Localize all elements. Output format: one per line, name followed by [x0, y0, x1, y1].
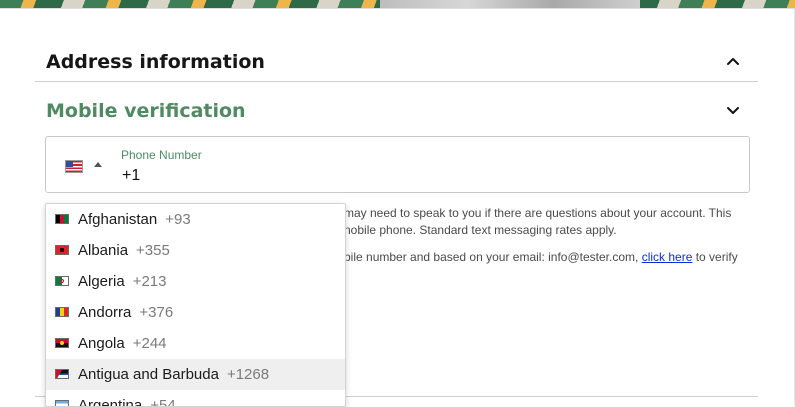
country-dropdown[interactable]: Afghanistan +93 Albania +355 Algeria +213 A…: [45, 203, 346, 407]
country-label: Andorra +376: [78, 304, 174, 321]
us-flag-icon[interactable]: [65, 160, 83, 173]
argentina-flag-icon: [55, 400, 69, 406]
banner-divider: [0, 8, 795, 9]
address-section-title[interactable]: Address information: [46, 51, 265, 73]
country-code: +54: [150, 397, 176, 407]
country-option-andorra[interactable]: Andorra +376: [46, 297, 345, 328]
country-option-algeria[interactable]: Algeria +213: [46, 266, 345, 297]
country-code: +93: [165, 211, 191, 228]
mobile-section-title[interactable]: Mobile verification: [46, 100, 246, 122]
angola-flag-icon: [55, 338, 69, 348]
country-option-argentina[interactable]: Argentina +54: [46, 390, 345, 407]
country-option-antigua-and-barbuda[interactable]: Antigua and Barbuda +1268: [46, 359, 345, 390]
afghanistan-flag-icon: [55, 214, 69, 224]
banner-rock-texture: [380, 0, 640, 8]
verify-click-here-link[interactable]: click here: [642, 250, 693, 264]
country-code: +244: [132, 335, 167, 352]
helper-text-line-3: bile number and based on your email: inf…: [344, 250, 738, 264]
helper-text-line-3-prefix: bile number and based on your email: inf…: [344, 250, 639, 264]
caret-up-icon[interactable]: [94, 162, 102, 167]
country-code: +213: [132, 273, 167, 290]
country-code: +376: [139, 304, 174, 321]
country-option-albania[interactable]: Albania +355: [46, 235, 345, 266]
country-option-afghanistan[interactable]: Afghanistan +93: [46, 204, 345, 235]
country-label: Algeria +213: [78, 273, 167, 290]
country-label: Argentina +54: [78, 397, 176, 407]
section-divider: [35, 81, 758, 82]
country-label: Albania +355: [78, 242, 170, 259]
chevron-down-icon[interactable]: [725, 102, 741, 118]
country-label: Antigua and Barbuda +1268: [78, 366, 270, 383]
antigua-flag-icon: [55, 369, 69, 379]
country-label: Afghanistan +93: [78, 211, 191, 228]
country-option-angola[interactable]: Angola +244: [46, 328, 345, 359]
albania-flag-icon: [55, 245, 69, 255]
chevron-up-icon[interactable]: [725, 53, 741, 69]
helper-text-line-1: may need to speak to you if there are qu…: [344, 206, 732, 220]
helper-text-line-2: nobile phone. Standard text messaging ra…: [344, 223, 617, 237]
country-code: +1268: [226, 366, 270, 383]
country-code: +355: [136, 242, 170, 259]
phone-number-field[interactable]: Phone Number +1: [45, 136, 750, 193]
helper-text-line-3-suffix: to verify: [695, 250, 738, 264]
phone-number-label: Phone Number: [121, 148, 202, 162]
country-label: Angola +244: [78, 335, 167, 352]
header-banner-image: [0, 0, 795, 8]
phone-number-input[interactable]: +1: [122, 167, 140, 185]
algeria-flag-icon: [55, 276, 69, 286]
andorra-flag-icon: [55, 307, 69, 317]
